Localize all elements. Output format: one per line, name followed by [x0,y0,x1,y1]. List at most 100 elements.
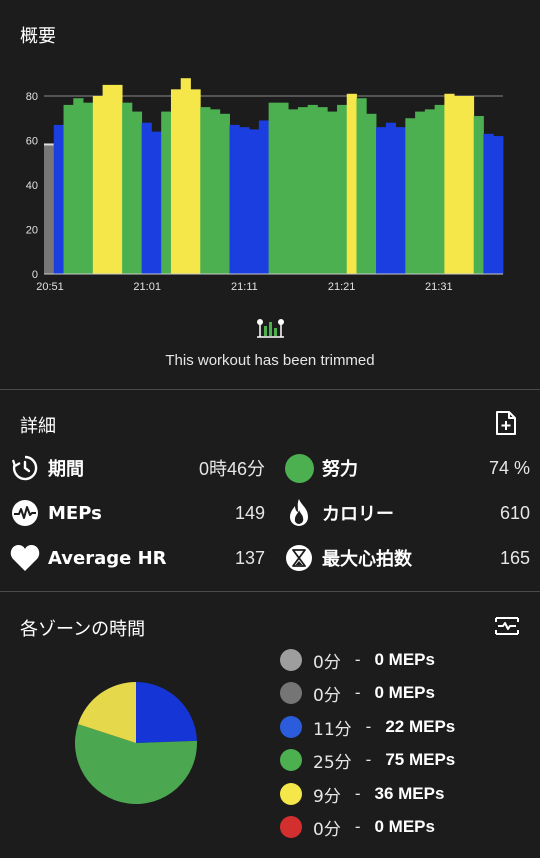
hr-bar [122,102,133,274]
zone-meps: 0 MEPs [374,683,435,702]
section-divider [0,389,540,390]
zone-meps: 0 MEPs [374,650,435,669]
hr-bar [229,124,240,274]
y-tick-label: 80 [26,91,38,103]
zone-color-dot [280,783,302,805]
hr-bar [258,120,270,274]
hr-bar [336,104,348,275]
stat-value: 137 [234,547,265,568]
stat-label: 期間 [48,459,84,480]
hr-bar [473,116,484,274]
separator: - [354,784,361,803]
zone-pie-chart [74,682,197,805]
hr-bar [278,102,289,274]
hr-bar [219,113,230,274]
stat-label: Average HR [48,547,167,569]
hr-bar [346,93,357,274]
y-tick-label: 60 [26,136,38,148]
legend-row: 25分 - 75 MEPs [280,747,455,773]
duration-icon [10,453,40,483]
zone-settings-icon[interactable] [494,615,520,637]
separator: - [354,650,361,669]
zone-color-dot [280,816,302,838]
hr-bar [317,107,328,275]
hr-bar [102,84,113,275]
legend-row: 0分 - 0 MEPs [280,680,435,706]
hr-bar [112,84,123,275]
hr-bar-chart: 0 20 40 60 80 20:51 21:01 21:11 21:21 21:31 [26,78,504,293]
stat-label: 努力 [322,459,358,480]
stat-effort: 努力 74 % [284,453,530,483]
zone-meps: 36 MEPs [374,784,445,803]
trim-message: This workout has been trimmed [165,352,375,369]
y-tick-label: 40 [26,180,38,192]
hourglass-icon [284,543,314,573]
hr-bar [151,131,162,274]
separator: - [365,750,372,769]
hr-bar [44,144,55,274]
meps-icon [10,498,40,528]
effort-circle-icon [284,453,314,483]
hr-bar [200,107,211,275]
hr-bar [63,104,74,275]
hr-bar [405,118,416,274]
hr-bar [83,102,94,274]
zone-minutes: 25分 [313,752,352,773]
hr-bar [327,111,338,274]
zones-title: 各ゾーンの時間 [20,619,146,640]
stat-label: 最大心拍数 [322,549,412,570]
hr-bar [92,96,103,274]
hr-bar [131,111,143,274]
hr-bar [463,96,475,274]
x-tick-label: 21:31 [425,281,453,293]
x-tick-label: 21:11 [231,281,258,293]
zone-minutes: 0分 [313,685,341,706]
x-tick-label: 21:21 [328,281,356,293]
hr-bar [434,104,445,275]
hr-bar [249,129,260,275]
zone-meps: 22 MEPs [385,717,456,736]
stat-max-hr: 最大心拍数 165 [284,543,530,573]
overview-title: 概要 [20,26,56,47]
zone-color-dot [280,682,302,704]
hr-bar [210,109,221,274]
hr-bar [376,127,387,275]
hr-bar [454,96,465,274]
stat-value: 0時46分 [198,459,265,479]
stat-value: 149 [234,502,265,523]
legend-row: 11分 - 22 MEPs [280,714,455,740]
zone-color-dot [280,749,302,771]
stat-value: 610 [499,502,530,523]
flame-icon [284,498,314,528]
hr-bar [444,93,455,274]
legend-row: 0分 - 0 MEPs [280,814,435,840]
y-tick-label: 0 [32,269,38,281]
y-tick-label: 20 [26,225,38,237]
heart-icon [10,543,40,573]
zone-minutes: 11分 [313,719,352,740]
stat-average-hr: Average HR 137 [10,543,270,573]
hr-bar [483,133,494,274]
hr-bar [307,104,318,275]
legend-row: 0分 - 0 MEPs [280,647,435,673]
stat-meps: MEPs 149 [10,498,270,528]
stat-value: 165 [499,547,530,568]
pie-slice [136,682,197,743]
hr-bar [170,89,182,274]
zone-minutes: 9分 [313,786,341,807]
hr-bar [53,124,64,274]
zone-meps: 75 MEPs [385,750,456,769]
hr-bar [288,109,299,274]
hr-bar [180,78,191,274]
section-divider [0,591,540,592]
x-tick-label: 20:51 [36,281,64,293]
hr-bar [415,111,426,274]
add-document-icon[interactable] [494,410,518,436]
hr-bar [161,111,172,274]
hr-bar [366,113,377,274]
hr-bar [141,122,152,274]
legend-row: 9分 - 36 MEPs [280,781,444,807]
zone-color-dot [280,716,302,738]
trim-icon[interactable] [255,316,285,338]
stat-value: 74 % [488,457,530,478]
